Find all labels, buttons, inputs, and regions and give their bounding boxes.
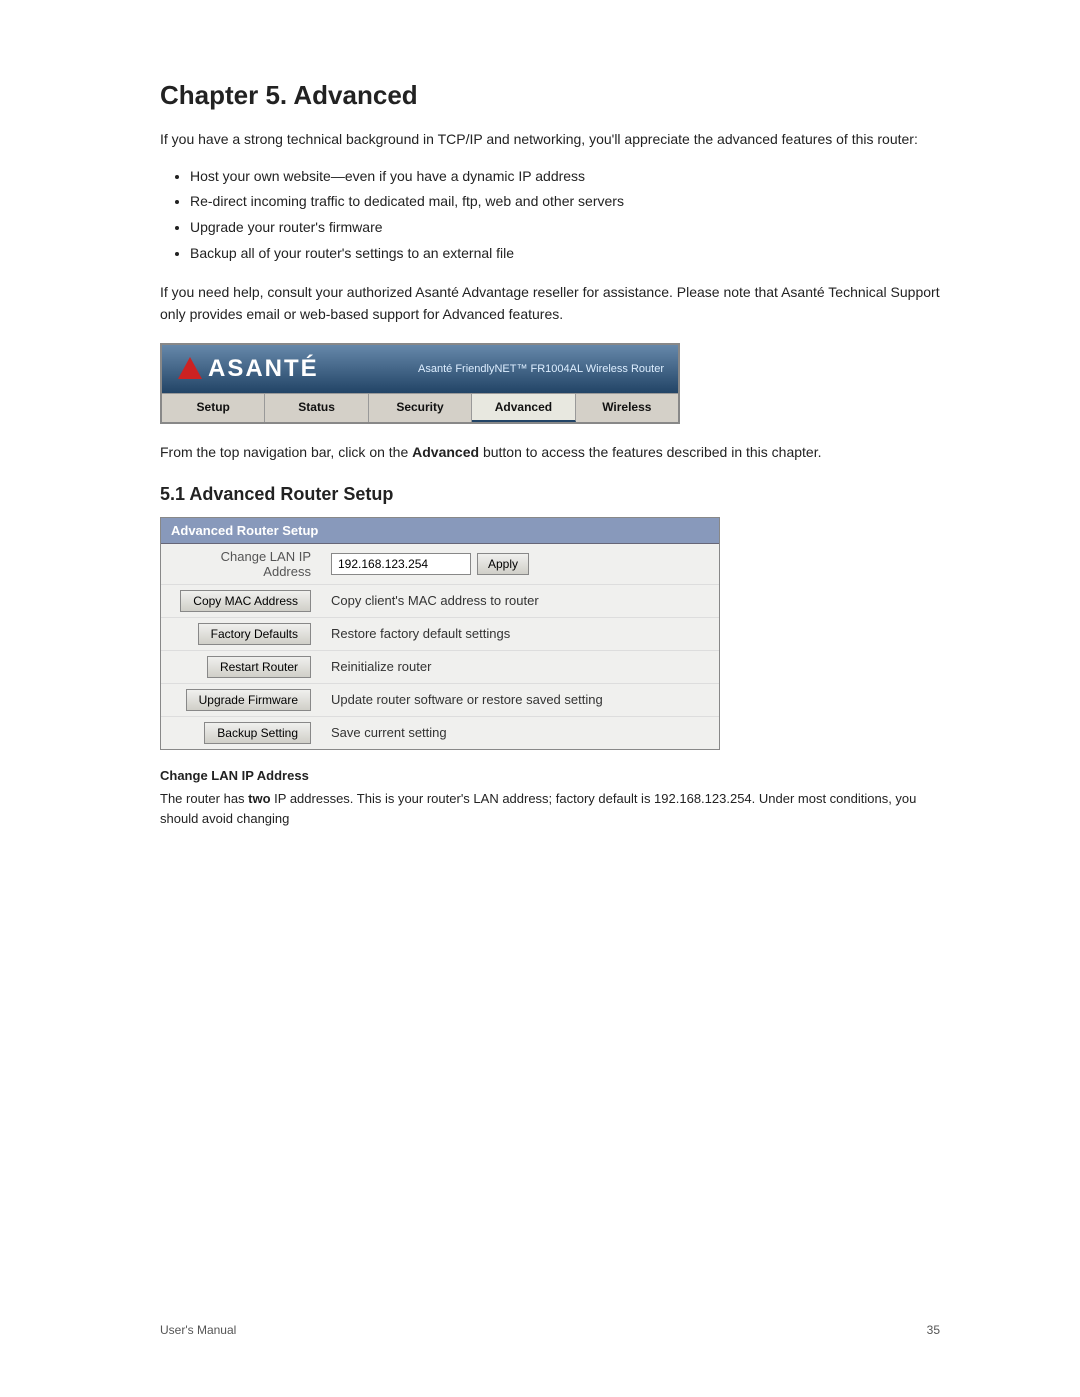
factory-defaults-button[interactable]: Factory Defaults [198, 623, 311, 645]
row-copy-mac: Copy MAC Address Copy client's MAC addre… [161, 584, 719, 617]
feature-list: Host your own website—even if you have a… [190, 165, 940, 266]
copy-mac-desc: Copy client's MAC address to router [321, 584, 719, 617]
section-51-title: 5.1 Advanced Router Setup [160, 484, 940, 505]
bullet-2: Re-direct incoming traffic to dedicated … [190, 190, 940, 214]
row-lan-ip: Change LAN IP Address Apply [161, 544, 719, 585]
router-nav-bar: Setup Status Security Advanced Wireless [162, 393, 678, 422]
row-restart-router: Restart Router Reinitialize router [161, 650, 719, 683]
upgrade-firmware-btn-cell: Upgrade Firmware [161, 683, 321, 716]
footer-left: User's Manual [160, 1323, 236, 1337]
nav-advanced[interactable]: Advanced [472, 394, 575, 422]
router-model-text: Asanté FriendlyNET™ FR1004AL Wireless Ro… [418, 363, 664, 375]
factory-defaults-btn-cell: Factory Defaults [161, 617, 321, 650]
setup-box-title: Advanced Router Setup [161, 518, 719, 544]
bullet-1: Host your own website—even if you have a… [190, 165, 940, 189]
router-ui-mockup: ASANTÉ Asanté FriendlyNET™ FR1004AL Wire… [160, 343, 680, 424]
help-paragraph: If you need help, consult your authorize… [160, 282, 940, 325]
factory-defaults-desc: Restore factory default settings [321, 617, 719, 650]
nav-setup[interactable]: Setup [162, 394, 265, 422]
bullet-3: Upgrade your router's firmware [190, 216, 940, 240]
router-logo: ASANTÉ [176, 355, 319, 383]
backup-setting-desc: Save current setting [321, 716, 719, 749]
backup-setting-btn-cell: Backup Setting [161, 716, 321, 749]
bold-two: two [248, 791, 270, 806]
copy-mac-btn-cell: Copy MAC Address [161, 584, 321, 617]
nav-security[interactable]: Security [369, 394, 472, 422]
restart-router-btn-cell: Restart Router [161, 650, 321, 683]
logo-text: ASANTÉ [208, 355, 319, 383]
page-footer: User's Manual 35 [160, 1323, 940, 1337]
change-lan-section: Change LAN IP Address The router has two… [160, 768, 940, 829]
from-nav-paragraph: From the top navigation bar, click on th… [160, 442, 940, 464]
advanced-router-setup-box: Advanced Router Setup Change LAN IP Addr… [160, 517, 720, 750]
footer-right: 35 [927, 1323, 940, 1337]
restart-router-button[interactable]: Restart Router [207, 656, 311, 678]
lan-ip-input-cell: Apply [321, 544, 719, 585]
lan-ip-input[interactable] [331, 553, 471, 575]
intro-paragraph-1: If you have a strong technical backgroun… [160, 129, 940, 151]
router-header: ASANTÉ Asanté FriendlyNET™ FR1004AL Wire… [162, 345, 678, 393]
nav-status[interactable]: Status [265, 394, 368, 422]
upgrade-firmware-desc: Update router software or restore saved … [321, 683, 719, 716]
backup-setting-button[interactable]: Backup Setting [204, 722, 311, 744]
upgrade-firmware-button[interactable]: Upgrade Firmware [186, 689, 311, 711]
chapter-title: Chapter 5. Advanced [160, 80, 940, 111]
copy-mac-button[interactable]: Copy MAC Address [180, 590, 311, 612]
asante-logo-icon [176, 355, 204, 383]
apply-button[interactable]: Apply [477, 553, 529, 575]
lan-ip-label: Change LAN IP Address [161, 544, 321, 585]
row-upgrade-firmware: Upgrade Firmware Update router software … [161, 683, 719, 716]
row-factory-defaults: Factory Defaults Restore factory default… [161, 617, 719, 650]
nav-wireless[interactable]: Wireless [576, 394, 678, 422]
change-lan-text: The router has two IP addresses. This is… [160, 789, 940, 829]
bullet-4: Backup all of your router's settings to … [190, 242, 940, 266]
restart-router-desc: Reinitialize router [321, 650, 719, 683]
change-lan-title: Change LAN IP Address [160, 768, 940, 783]
setup-table: Change LAN IP Address Apply Copy MAC Add… [161, 544, 719, 749]
row-backup-setting: Backup Setting Save current setting [161, 716, 719, 749]
